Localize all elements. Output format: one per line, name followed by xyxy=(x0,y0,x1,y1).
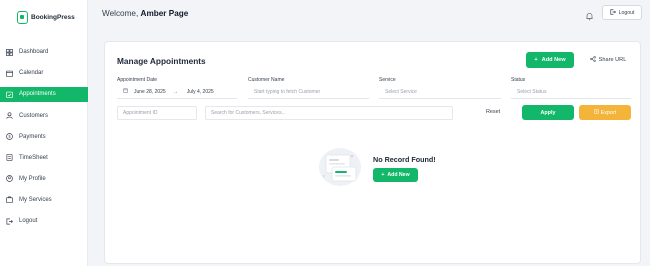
add-new-label: Add New xyxy=(387,172,410,178)
sidebar-item-dashboard[interactable]: Dashboard xyxy=(0,45,88,60)
search-input[interactable]: Search for Customers, Services... xyxy=(205,106,453,120)
welcome-prefix: Welcome, xyxy=(102,9,139,18)
sidebar-item-customers[interactable]: Customers xyxy=(0,108,88,123)
plus-icon: + xyxy=(534,57,538,63)
export-button[interactable]: Export xyxy=(579,105,631,120)
share-url-button[interactable]: Share URL xyxy=(585,52,631,68)
sidebar: BookingPress Dashboard Calendar Appointm… xyxy=(0,0,88,266)
brand-name: BookingPress xyxy=(31,14,75,21)
appointment-date-label: Appointment Date xyxy=(117,77,158,83)
svg-text:$: $ xyxy=(8,134,11,139)
header-logout-button[interactable]: Logout xyxy=(602,5,642,20)
search-placeholder: Search for Customers, Services... xyxy=(211,110,286,116)
calendar-icon xyxy=(6,70,13,77)
welcome-text: Welcome, Amber Page xyxy=(102,9,188,18)
empty-state-illustration xyxy=(317,143,363,189)
status-placeholder: Select Status xyxy=(517,88,547,95)
sidebar-item-payments[interactable]: $ Payments xyxy=(0,129,88,144)
service-placeholder: Select Service xyxy=(385,88,417,95)
brand[interactable]: BookingPress xyxy=(17,11,75,24)
plus-icon: + xyxy=(381,172,385,178)
calendar-icon xyxy=(123,88,128,95)
sidebar-item-label: Payments xyxy=(19,133,46,140)
sidebar-item-calendar[interactable]: Calendar xyxy=(0,66,88,81)
bookingpress-logo-icon xyxy=(17,11,28,24)
date-range-picker[interactable]: June 28, 2025 → July 4, 2025 xyxy=(117,85,237,99)
payments-icon: $ xyxy=(6,133,13,140)
date-to: July 4, 2025 xyxy=(186,88,214,95)
status-select[interactable]: Select Status xyxy=(511,85,631,99)
logout-icon xyxy=(609,8,616,17)
customer-name-input[interactable]: Start typing to fetch Customer xyxy=(248,85,369,99)
sidebar-item-label: My Services xyxy=(19,196,52,203)
empty-state-title: No Record Found! xyxy=(373,155,436,164)
add-new-button[interactable]: + Add New xyxy=(526,52,574,68)
add-new-label: Add New xyxy=(541,57,566,63)
sidebar-item-timesheet[interactable]: TimeSheet xyxy=(0,150,88,165)
sidebar-item-label: Appointments xyxy=(19,91,56,98)
logout-icon xyxy=(6,218,13,225)
sidebar-item-label: Dashboard xyxy=(19,49,49,56)
customer-name-label: Customer Name xyxy=(248,77,285,83)
customer-placeholder: Start typing to fetch Customer xyxy=(254,88,321,95)
date-from: June 28, 2025 xyxy=(134,88,166,95)
reset-button[interactable]: Reset xyxy=(486,109,500,115)
sidebar-item-label: Customers xyxy=(19,112,49,119)
service-label: Service xyxy=(379,77,396,83)
dashboard-icon xyxy=(6,48,13,56)
sidebar-item-label: Logout xyxy=(19,218,38,224)
service-select[interactable]: Select Service xyxy=(379,85,501,99)
appointment-id-input[interactable]: Appointment ID xyxy=(117,106,197,120)
sidebar-item-my-profile[interactable]: My Profile xyxy=(0,172,88,187)
timesheet-icon xyxy=(6,154,13,162)
sidebar-item-appointments[interactable]: Appointments xyxy=(0,87,88,102)
page-title: Manage Appointments xyxy=(117,56,206,66)
export-icon xyxy=(593,109,599,116)
share-url-label: Share URL xyxy=(598,57,627,63)
sidebar-item-label: My Profile xyxy=(19,175,46,182)
share-icon xyxy=(589,56,596,64)
services-icon xyxy=(6,196,13,204)
user-name: Amber Page xyxy=(140,9,189,18)
topbar: Welcome, Amber Page Logout xyxy=(88,0,650,30)
appointments-icon xyxy=(6,91,13,98)
sidebar-item-my-services[interactable]: My Services xyxy=(0,193,88,208)
status-label: Status xyxy=(511,77,526,83)
manage-appointments-card: Manage Appointments + Add New Share URL … xyxy=(104,41,641,264)
bell-icon[interactable] xyxy=(585,8,594,21)
logout-label: Logout xyxy=(618,9,635,16)
appointment-id-placeholder: Appointment ID xyxy=(123,110,158,116)
empty-add-new-button[interactable]: + Add New xyxy=(373,168,418,182)
apply-label: Apply xyxy=(540,109,556,116)
profile-icon xyxy=(6,175,13,183)
customers-icon xyxy=(6,112,13,119)
sidebar-item-logout[interactable]: Logout xyxy=(0,214,88,229)
arrow-right-icon: → xyxy=(172,88,178,95)
apply-button[interactable]: Apply xyxy=(522,105,574,120)
sidebar-item-label: TimeSheet xyxy=(19,154,48,161)
sidebar-nav: Dashboard Calendar Appointments Customer… xyxy=(0,45,88,235)
export-label: Export xyxy=(600,109,617,116)
sidebar-item-label: Calendar xyxy=(19,70,44,77)
